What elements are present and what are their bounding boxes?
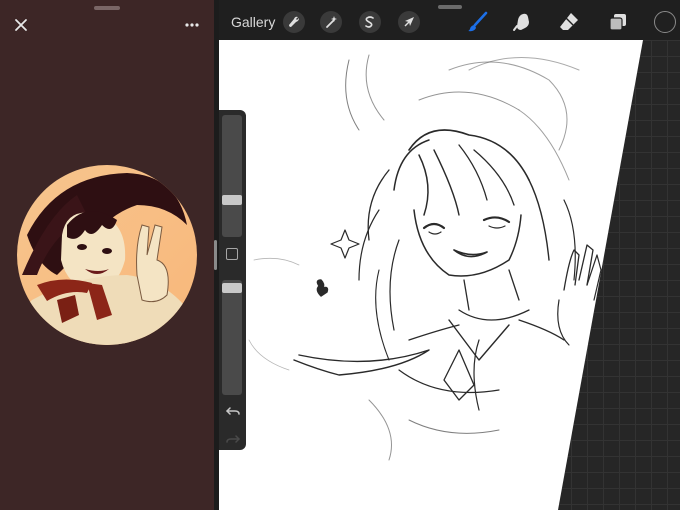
toolbar-grabber[interactable] [438,5,462,9]
redo-icon[interactable] [226,432,240,446]
smudge-icon[interactable] [511,10,535,34]
gallery-button[interactable]: Gallery [231,14,275,30]
magic-wand-icon[interactable] [320,11,342,33]
modify-square-icon[interactable] [226,248,238,260]
reference-image [17,165,197,345]
brush-size-thumb[interactable] [222,195,242,205]
close-icon[interactable] [12,16,30,34]
undo-icon[interactable] [226,404,240,418]
color-swatch[interactable] [654,11,676,33]
transform-arrow-icon[interactable] [398,11,420,33]
opacity-thumb[interactable] [222,283,242,293]
wrench-icon[interactable] [283,11,305,33]
drawing-canvas[interactable] [219,40,680,510]
brush-icon[interactable] [466,10,490,34]
selection-icon[interactable] [359,11,381,33]
layers-icon[interactable] [606,10,630,34]
brush-size-slider[interactable] [222,115,242,237]
split-view-handle[interactable] [214,240,217,270]
eraser-icon[interactable] [557,10,581,34]
reference-grabber[interactable] [94,6,120,10]
opacity-slider[interactable] [222,280,242,395]
more-icon[interactable] [182,16,202,34]
